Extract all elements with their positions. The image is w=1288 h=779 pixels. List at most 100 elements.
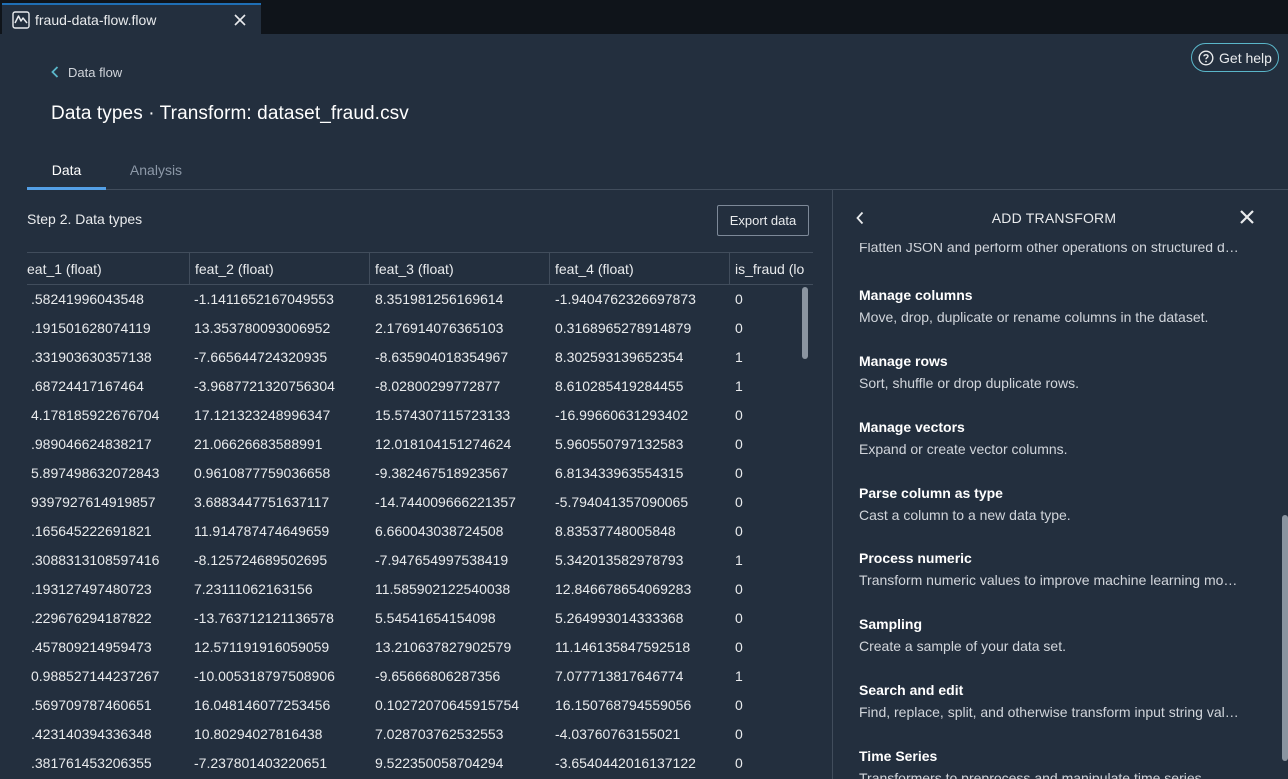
table-cell: .193127497480723 xyxy=(31,581,152,597)
table-cell: 0.9610877759036658 xyxy=(194,465,331,481)
table-row[interactable]: 5.897498632072843 0.9610877759036658 -9.38… xyxy=(27,459,813,488)
table-row[interactable]: .3088313108597416 -8.125724689502695 -7.94… xyxy=(27,546,813,575)
table-row[interactable]: .165645222691821 11.914787474649659 6.6600… xyxy=(27,517,813,546)
table-cell: 8.83537748005848 xyxy=(555,523,676,539)
table-row[interactable]: .229676294187822 -13.763712121136578 5.545… xyxy=(27,604,813,633)
table-row[interactable]: .381761453206355 -7.237801403220651 9.5223… xyxy=(27,749,813,778)
transform-item[interactable]: Search and edit Find, replace, split, and… xyxy=(859,681,1269,721)
table-cell: -14.744009666221357 xyxy=(375,494,516,510)
table-row[interactable]: .569709787460651 16.048146077253456 0.1027… xyxy=(27,691,813,720)
table-cell: 0 xyxy=(735,291,743,307)
transform-item[interactable]: Manage rows Sort, shuffle or drop duplica… xyxy=(859,352,1269,392)
step-label: Step 2. Data types xyxy=(27,211,143,227)
table-cell: 0.988527144237267 xyxy=(31,668,160,684)
table-row[interactable]: .331903630357138 -7.665644724320935 -8.635… xyxy=(27,343,813,372)
table-cell: -3.9687721320756304 xyxy=(194,378,335,394)
table-cell: -8.125724689502695 xyxy=(194,552,328,568)
table-cell: -7.947654997538419 xyxy=(375,552,509,568)
breadcrumb-label: Data flow xyxy=(68,64,123,80)
transform-item-title: Manage rows xyxy=(859,353,948,369)
data-grid[interactable]: eat_1 (float) feat_2 (float) feat_3 (flo… xyxy=(27,252,813,779)
transform-item-description: Sort, shuffle or drop duplicate rows. xyxy=(859,375,1079,391)
transform-item-title: Parse column as type xyxy=(859,485,1003,501)
table-cell: 6.660043038724508 xyxy=(375,523,504,539)
transform-item[interactable]: Process numeric Transform numeric values … xyxy=(859,549,1269,589)
table-cell: 0 xyxy=(735,639,743,655)
transform-item[interactable]: Time Series Transformers to preprocess an… xyxy=(859,747,1269,779)
table-row[interactable]: .193127497480723 7.23111062163156 11.58590… xyxy=(27,575,813,604)
table-cell: 11.914787474649659 xyxy=(194,523,330,539)
column-header-feat-3[interactable]: feat_3 (float) xyxy=(370,253,550,285)
export-data-button[interactable]: Export data xyxy=(717,205,809,236)
table-cell: 4.178185922676704 xyxy=(31,407,160,423)
table-cell: 3.6883447751637117 xyxy=(194,494,330,510)
table-cell: .989046624838217 xyxy=(31,436,152,452)
table-cell: 13.210637827902579 xyxy=(375,639,512,655)
table-cell: .58241996043548 xyxy=(31,291,144,307)
table-cell: -8.02800299772877 xyxy=(375,378,501,394)
question-circle-icon xyxy=(1198,49,1214,66)
table-cell: 5.342013582978793 xyxy=(555,552,684,568)
table-cell: 0 xyxy=(735,581,743,597)
table-cell: -3.6540442016137122 xyxy=(555,755,696,771)
transform-item[interactable]: Parse column as type Cast a column to a n… xyxy=(859,484,1269,524)
table-row[interactable]: .68724417167464 -3.9687721320756304 -8.028… xyxy=(27,372,813,401)
transform-list-scrollbar[interactable] xyxy=(1282,515,1288,761)
close-icon[interactable] xyxy=(231,11,249,29)
table-cell: 8.351981256169614 xyxy=(375,291,504,307)
table-row[interactable]: .191501628074119 13.353780093006952 2.1769… xyxy=(27,314,813,343)
table-cell: 5.897498632072843 xyxy=(31,465,160,481)
table-cell: 8.610285419284455 xyxy=(555,378,684,394)
add-transform-title: ADD TRANSFORM xyxy=(991,210,1117,226)
chevron-left-icon xyxy=(51,66,59,78)
table-cell: -7.665644724320935 xyxy=(194,349,328,365)
tab-analysis[interactable]: Analysis xyxy=(119,150,193,190)
table-cell: 13.353780093006952 xyxy=(194,320,331,336)
transform-item[interactable]: Manage columns Move, drop, duplicate or r… xyxy=(859,286,1269,326)
table-cell: 12.018104151274624 xyxy=(375,436,512,452)
table-cell: 12.571191916059059 xyxy=(194,639,330,655)
table-cell: 21.06626683588991 xyxy=(194,436,323,452)
table-cell: -10.005318797508906 xyxy=(194,668,335,684)
table-cell: 0 xyxy=(735,726,743,742)
column-header-feat-1[interactable]: eat_1 (float) xyxy=(27,253,190,285)
close-icon[interactable] xyxy=(1239,209,1255,225)
flow-file-icon xyxy=(12,10,30,29)
active-tab-indicator xyxy=(27,187,106,190)
table-cell: .569709787460651 xyxy=(31,697,152,713)
tab-data[interactable]: Data xyxy=(27,150,106,190)
table-cell: -5.794041357090065 xyxy=(555,494,689,510)
transform-item[interactable]: Manage vectors Expand or create vector co… xyxy=(859,418,1269,458)
table-cell: -13.763712121136578 xyxy=(194,610,334,626)
table-cell: 5.264993014333368 xyxy=(555,610,684,626)
table-cell: 2.176914076365103 xyxy=(375,320,504,336)
grid-header-row: eat_1 (float) feat_2 (float) feat_3 (flo… xyxy=(27,252,813,285)
transform-item-title: Manage columns xyxy=(859,287,973,303)
transform-item[interactable]: Sampling Create a sample of your data set… xyxy=(859,615,1269,655)
table-cell: 0 xyxy=(735,407,743,423)
table-cell: 0 xyxy=(735,523,743,539)
table-row[interactable]: .58241996043548 -1.1411652167049553 8.3519… xyxy=(27,285,813,314)
table-cell: 7.23111062163156 xyxy=(194,581,313,597)
table-row[interactable]: .457809214959473 12.571191916059059 13.210… xyxy=(27,633,813,662)
table-cell: 1 xyxy=(735,378,743,394)
table-cell: .331903630357138 xyxy=(31,349,152,365)
grid-scrollbar[interactable] xyxy=(802,287,808,359)
table-row[interactable]: .423140394336348 10.80294027816438 7.02870… xyxy=(27,720,813,749)
table-cell: 1 xyxy=(735,552,743,568)
transform-item-description: Transform numeric values to improve mach… xyxy=(859,572,1238,588)
breadcrumb[interactable]: Data flow xyxy=(50,63,122,81)
file-tab[interactable]: fraud-data-flow.flow xyxy=(2,3,261,34)
transform-item[interactable]: Flatten JSON and perform other operation… xyxy=(859,243,1269,256)
get-help-button[interactable]: Get help xyxy=(1191,43,1279,72)
table-row[interactable]: 0.988527144237267 -10.005318797508906 -9.6… xyxy=(27,662,813,691)
table-cell: -7.237801403220651 xyxy=(194,755,328,771)
table-row[interactable]: .989046624838217 21.06626683588991 12.0181… xyxy=(27,430,813,459)
column-header-feat-2[interactable]: feat_2 (float) xyxy=(190,253,370,285)
column-header-is-fraud[interactable]: is_fraud (lo xyxy=(730,253,813,285)
column-header-feat-4[interactable]: feat_4 (float) xyxy=(550,253,730,285)
add-transform-panel: ADD TRANSFORM Flatten JSON and perform o… xyxy=(832,190,1288,779)
table-row[interactable]: 4.178185922676704 17.121323248996347 15.57… xyxy=(27,401,813,430)
table-row[interactable]: 9397927614919857 3.6883447751637117 -14.74… xyxy=(27,488,813,517)
table-cell: 16.048146077253456 xyxy=(194,697,331,713)
